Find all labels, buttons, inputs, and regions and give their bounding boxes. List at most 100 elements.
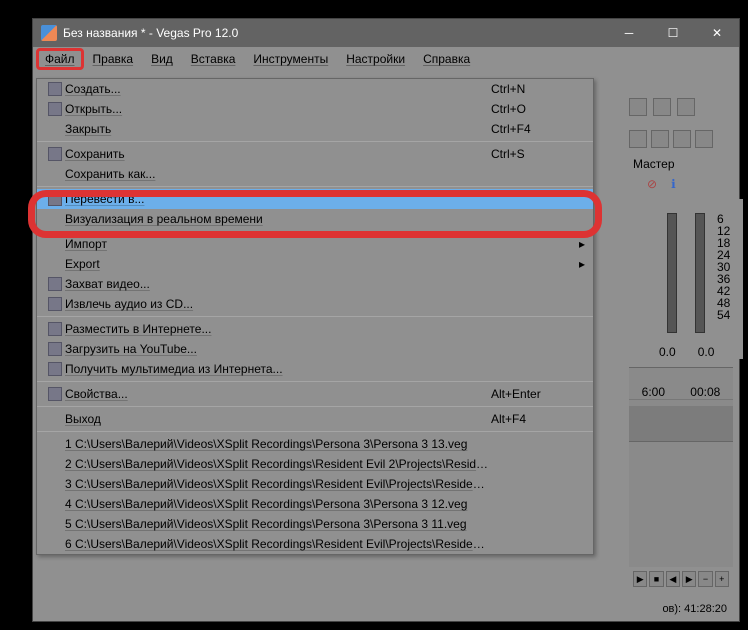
menu-options[interactable]: Настройки	[338, 49, 413, 69]
app-icon	[41, 25, 57, 41]
menu-item-shortcut: Alt+Enter	[491, 387, 571, 401]
menu-separator	[37, 316, 593, 317]
menu-item-label: Сохранить	[65, 147, 491, 161]
menu-item-label: Разместить в Интернете...	[65, 322, 491, 336]
menu-item[interactable]: 1 C:\Users\Валерий\Videos\XSplit Recordi…	[37, 434, 593, 454]
menu-item[interactable]: Перевести в...	[37, 189, 593, 209]
menu-separator	[37, 186, 593, 187]
menu-item-label: Открыть...	[65, 102, 491, 116]
render-icon	[45, 192, 65, 206]
menu-item-shortcut: Ctrl+N	[491, 82, 571, 96]
new-icon	[45, 82, 65, 96]
next-button[interactable]: ▶	[682, 571, 696, 587]
menu-item[interactable]: Свойства...Alt+Enter	[37, 384, 593, 404]
menu-insert[interactable]: Вставка	[183, 49, 244, 69]
menu-item-shortcut: Ctrl+O	[491, 102, 571, 116]
toolbar-lower	[629, 127, 733, 151]
play-button[interactable]: ▶	[633, 571, 647, 587]
menu-item-label: Захват видео...	[65, 277, 491, 291]
menu-tools[interactable]: Инструменты	[245, 49, 336, 69]
submenu-arrow-icon: ▸	[571, 257, 585, 271]
menu-help[interactable]: Справка	[415, 49, 478, 69]
menu-item[interactable]: Разместить в Интернете...	[37, 319, 593, 339]
menu-item-label: 5 C:\Users\Валерий\Videos\XSplit Recordi…	[65, 517, 491, 531]
menu-separator	[37, 431, 593, 432]
menu-item-label: Закрыть	[65, 122, 491, 136]
menu-item-label: 1 C:\Users\Валерий\Videos\XSplit Recordi…	[65, 437, 491, 451]
track[interactable]	[629, 406, 733, 442]
menu-item-label: Импорт	[65, 237, 491, 251]
menu-item[interactable]: Визуализация в реальном времени	[37, 209, 593, 229]
menu-item[interactable]: ЗакрытьCtrl+F4	[37, 119, 593, 139]
menu-item[interactable]: Получить мультимедиа из Интернета...	[37, 359, 593, 379]
menu-item[interactable]: Открыть...Ctrl+O	[37, 99, 593, 119]
menu-item[interactable]: Захват видео...	[37, 274, 593, 294]
menu-item-label: Визуализация в реальном времени	[65, 212, 491, 226]
maximize-button[interactable]: ☐	[651, 19, 695, 47]
menu-item[interactable]: 2 C:\Users\Валерий\Videos\XSplit Recordi…	[37, 454, 593, 474]
menu-item[interactable]: 6 C:\Users\Валерий\Videos\XSplit Recordi…	[37, 534, 593, 554]
menu-item-label: 3 C:\Users\Валерий\Videos\XSplit Recordi…	[65, 477, 491, 491]
menu-edit[interactable]: Правка	[85, 49, 142, 69]
menu-separator	[37, 141, 593, 142]
zoom-out-button[interactable]: −	[698, 571, 712, 587]
menu-item[interactable]: Извлечь аудио из CD...	[37, 294, 593, 314]
prev-button[interactable]: ◀	[666, 571, 680, 587]
menu-item-label: Сохранить как...	[65, 167, 491, 181]
menu-item-label: Извлечь аудио из CD...	[65, 297, 491, 311]
menu-item[interactable]: 4 C:\Users\Валерий\Videos\XSplit Recordi…	[37, 494, 593, 514]
menu-item-label: Export	[65, 257, 491, 271]
menu-separator	[37, 231, 593, 232]
menu-view[interactable]: Вид	[143, 49, 181, 69]
master-label: Мастер	[633, 157, 675, 171]
status-bar: ов): 41:28:20	[662, 603, 727, 615]
capture-icon	[45, 277, 65, 291]
menu-item-label: 6 C:\Users\Валерий\Videos\XSplit Recordi…	[65, 537, 491, 551]
meter-val-l: 0.0	[659, 345, 676, 359]
wand-icon[interactable]	[677, 98, 695, 116]
zoom-in-button[interactable]: +	[715, 571, 729, 587]
time-ruler[interactable]: 6:00 00:08	[629, 368, 733, 400]
menu-item[interactable]: Сохранить как...	[37, 164, 593, 184]
minimize-button[interactable]: ─	[607, 19, 651, 47]
menu-item[interactable]: Создать...Ctrl+N	[37, 79, 593, 99]
close-button[interactable]: ✕	[695, 19, 739, 47]
menu-item[interactable]: Импорт▸	[37, 234, 593, 254]
menu-item[interactable]: Export ▸	[37, 254, 593, 274]
meter-val-r: 0.0	[698, 345, 715, 359]
menubar: Файл Правка Вид Вставка Инструменты Наст…	[33, 47, 739, 71]
cd-icon	[45, 297, 65, 311]
menu-item[interactable]: 3 C:\Users\Валерий\Videos\XSplit Recordi…	[37, 474, 593, 494]
menu-item[interactable]: 5 C:\Users\Валерий\Videos\XSplit Recordi…	[37, 514, 593, 534]
file-menu-dropdown: Создать...Ctrl+NОткрыть...Ctrl+OЗакрытьC…	[36, 78, 594, 555]
meter-left	[667, 213, 677, 333]
brush-icon[interactable]	[653, 98, 671, 116]
menu-item-label: Выход	[65, 412, 491, 426]
grid-icon[interactable]	[695, 130, 713, 148]
download-icon	[45, 362, 65, 376]
menu-item-label: 2 C:\Users\Валерий\Videos\XSplit Recordi…	[65, 457, 491, 471]
timeline[interactable]: 6:00 00:08	[629, 367, 733, 591]
mute-icon[interactable]: ⊘	[647, 177, 657, 191]
info-icon[interactable]: ℹ	[671, 177, 676, 191]
menu-item[interactable]: ВыходAlt+F4	[37, 409, 593, 429]
meter-right	[695, 213, 705, 333]
cut-icon[interactable]	[673, 130, 691, 148]
menu-item[interactable]: СохранитьCtrl+S	[37, 144, 593, 164]
menu-item-label: Получить мультимедиа из Интернета...	[65, 362, 491, 376]
marker-icon[interactable]	[629, 130, 647, 148]
menu-item[interactable]: Загрузить на YouTube...	[37, 339, 593, 359]
menu-file[interactable]: Файл	[37, 49, 83, 69]
menu-item-label: 4 C:\Users\Валерий\Videos\XSplit Recordi…	[65, 497, 491, 511]
stop-button[interactable]: ■	[649, 571, 663, 587]
window-title: Без названия * - Vegas Pro 12.0	[63, 26, 238, 40]
sync-icon[interactable]	[651, 130, 669, 148]
web-icon	[45, 322, 65, 336]
tool-icon[interactable]	[629, 98, 647, 116]
menu-item-shortcut: Ctrl+S	[491, 147, 571, 161]
titlebar: Без названия * - Vegas Pro 12.0 ─ ☐ ✕	[33, 19, 739, 47]
menu-item-label: Свойства...	[65, 387, 491, 401]
open-icon	[45, 102, 65, 116]
audio-meters: 61218 243036 424854 0.0 0.0	[633, 199, 743, 359]
save-icon	[45, 147, 65, 161]
